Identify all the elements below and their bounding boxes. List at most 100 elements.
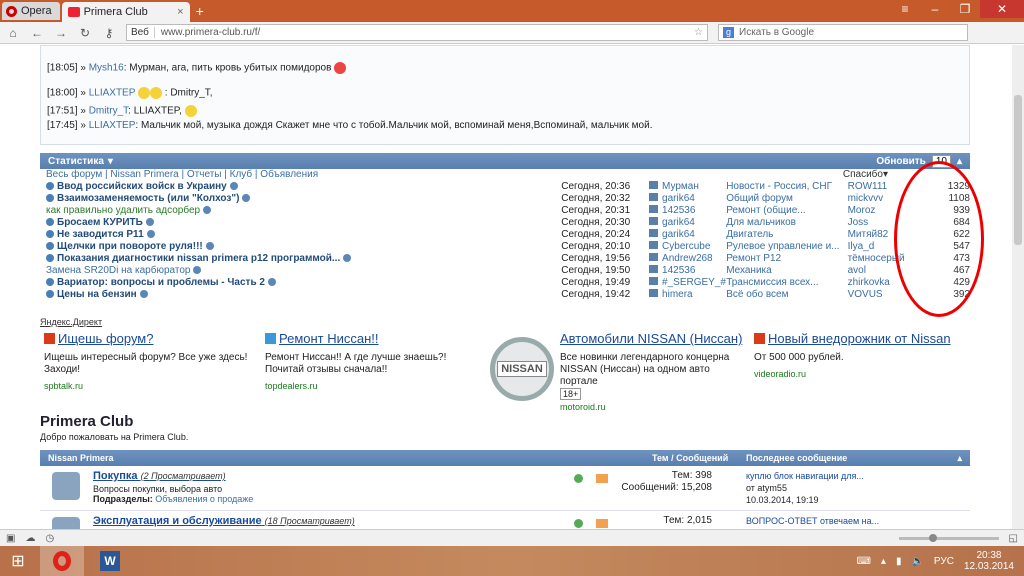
forum-link[interactable]: Двигатель [726, 229, 847, 241]
topic-link[interactable]: Взаимозаменяемость (или "Колхоз") [57, 193, 239, 204]
ad-card[interactable]: Автомобили NISSAN (Ниссан) Все новинки л… [560, 331, 750, 412]
subnav-reports[interactable]: Отчеты [187, 169, 222, 181]
reload-icon[interactable]: ↻ [78, 26, 92, 40]
chat-user-link[interactable]: Dmitry_T [89, 106, 128, 117]
forum-title-link[interactable]: Покупка (2 Просматривает) [93, 470, 226, 482]
user-link[interactable]: garik64 [662, 229, 726, 241]
address-bar[interactable]: Веб www.primera-club.ru/f/ ☆ [126, 24, 708, 41]
key-icon[interactable]: ⚷ [102, 26, 116, 40]
forum-title-link[interactable]: Эксплуатация и обслуживание (18 Просматр… [93, 515, 355, 527]
nissan-logo[interactable]: NISSAN [490, 337, 554, 401]
preview-icon[interactable] [139, 290, 148, 299]
chevron-down-icon[interactable]: ▾ [108, 156, 113, 167]
forum-link[interactable]: Трансмиссия всех... [726, 277, 847, 289]
collapse-icon[interactable]: ▴ [957, 453, 962, 464]
goto-last-icon[interactable] [649, 217, 659, 225]
window-close-icon[interactable]: ✕ [980, 0, 1024, 18]
forum-link[interactable]: Ремонт Р12 [726, 253, 847, 265]
panel-toggle-icon[interactable]: ▣ [6, 533, 15, 544]
topic-link[interactable]: Вариатор: вопросы и проблемы - Часть 2 [57, 277, 265, 288]
volume-icon[interactable]: 🔈 [911, 556, 923, 567]
ad-card[interactable]: Ремонт Ниссан!! Ремонт Ниссан!! А где лу… [265, 331, 475, 391]
preview-icon[interactable] [267, 278, 276, 287]
tab-primera-club[interactable]: Primera Club × [61, 2, 190, 22]
taskbar-opera[interactable] [40, 546, 84, 576]
topic-link[interactable]: Цены на бензин [57, 289, 137, 300]
preview-icon[interactable] [193, 266, 202, 275]
page-scrollbar[interactable] [1012, 45, 1024, 529]
zoom-reset-icon[interactable]: ◱ [1009, 533, 1018, 544]
topic-link[interactable]: Щелчки при повороте руля!!! [57, 241, 203, 252]
preview-icon[interactable] [203, 206, 212, 215]
subnav-club[interactable]: Клуб [230, 169, 253, 181]
goto-last-icon[interactable] [649, 205, 659, 213]
subsection-link[interactable]: Объявления о продаже [155, 494, 253, 504]
topic-link[interactable]: Замена SR20Di на карбюратор [46, 265, 190, 276]
zoom-slider[interactable] [898, 533, 999, 542]
user-link[interactable]: himera [662, 289, 726, 301]
rss-icon[interactable] [596, 519, 608, 528]
forum-link[interactable]: Для мальчиков [726, 217, 847, 229]
user-link[interactable]: garik64 [662, 193, 726, 205]
clock[interactable]: 20:38 12.03.2014 [964, 550, 1014, 572]
goto-last-icon[interactable] [649, 241, 659, 249]
minimize-icon[interactable]: – [920, 0, 950, 18]
new-tab-icon[interactable]: + [196, 3, 204, 19]
preview-icon[interactable] [145, 218, 154, 227]
windows-start-icon[interactable]: ⊞ [0, 546, 36, 576]
rss-icon[interactable] [596, 474, 608, 483]
user-link[interactable]: Мурман [662, 181, 726, 193]
topic-link[interactable]: Показания диагностики nissan primera p12… [57, 253, 340, 264]
taskbar-word[interactable]: W [88, 546, 132, 576]
chat-user-link[interactable]: Mysh16 [89, 63, 124, 74]
topic-link[interactable]: Ввод российских войск в Украину [57, 181, 227, 192]
forum-link[interactable]: Рулевое управление и... [726, 241, 847, 253]
forum-link[interactable]: Всё обо всем [726, 289, 847, 301]
chat-user-link[interactable]: LLIAXTEP [89, 120, 136, 131]
home-icon[interactable]: ⌂ [6, 26, 20, 40]
tray-chevron-icon[interactable]: ▴ [881, 556, 886, 567]
menu-icon[interactable]: ≡ [890, 0, 920, 18]
tab-close-icon[interactable]: × [177, 6, 183, 18]
preview-icon[interactable] [343, 254, 352, 263]
goto-last-icon[interactable] [649, 289, 659, 297]
user-link[interactable]: 142536 [662, 265, 726, 277]
subnav-all[interactable]: Весь форум [46, 169, 102, 181]
goto-last-icon[interactable] [649, 229, 659, 237]
user-link[interactable]: #_SERGEY_# [662, 277, 726, 289]
chat-user-link[interactable]: LLIAXTEP [89, 88, 136, 99]
forward-icon[interactable]: → [54, 26, 68, 40]
cloud-icon[interactable]: ☁ [25, 533, 35, 544]
topic-link[interactable]: как правильно удалить адсорбер [46, 205, 200, 216]
opera-menu-button[interactable]: Opera [2, 2, 60, 20]
restore-icon[interactable]: ❐ [950, 0, 980, 18]
scrollbar-thumb[interactable] [1014, 95, 1022, 245]
network-icon[interactable]: ▮ [896, 556, 902, 567]
turbo-icon[interactable]: ◷ [45, 533, 54, 544]
language-indicator[interactable]: РУС [934, 556, 954, 567]
keyboard-icon[interactable]: ⌨ [856, 556, 870, 567]
back-icon[interactable]: ← [30, 26, 44, 40]
last-post-link[interactable]: ВОПРОС-ОТВЕТ отвечаем на... [746, 516, 879, 526]
topic-link[interactable]: Не заводится Р11 [57, 229, 144, 240]
forum-link[interactable]: Новости - Россия, СНГ [726, 181, 847, 193]
ad-card[interactable]: Новый внедорожник от Nissan От 500 000 р… [754, 331, 964, 379]
preview-icon[interactable] [242, 194, 251, 203]
collapse-icon[interactable]: ▴ [957, 156, 962, 167]
user-link[interactable]: garik64 [662, 217, 726, 229]
goto-last-icon[interactable] [649, 265, 659, 273]
ads-label[interactable]: Яндекс.Директ [40, 317, 970, 327]
preview-icon[interactable] [229, 182, 238, 191]
goto-last-icon[interactable] [649, 181, 659, 189]
preview-icon[interactable] [205, 242, 214, 251]
forum-link[interactable]: Механика [726, 265, 847, 277]
section-title[interactable]: Nissan Primera [48, 453, 114, 463]
user-link[interactable]: 142536 [662, 205, 726, 217]
search-box[interactable]: g Искать в Google [718, 24, 968, 41]
goto-last-icon[interactable] [649, 277, 659, 285]
bookmark-star-icon[interactable]: ☆ [694, 27, 703, 38]
user-link[interactable]: Andrew268 [662, 253, 726, 265]
forum-link[interactable]: Ремонт (общие... [726, 205, 847, 217]
ad-card[interactable]: Ищешь форум? Ищешь интересный форум? Все… [44, 331, 254, 391]
preview-icon[interactable] [146, 230, 155, 239]
